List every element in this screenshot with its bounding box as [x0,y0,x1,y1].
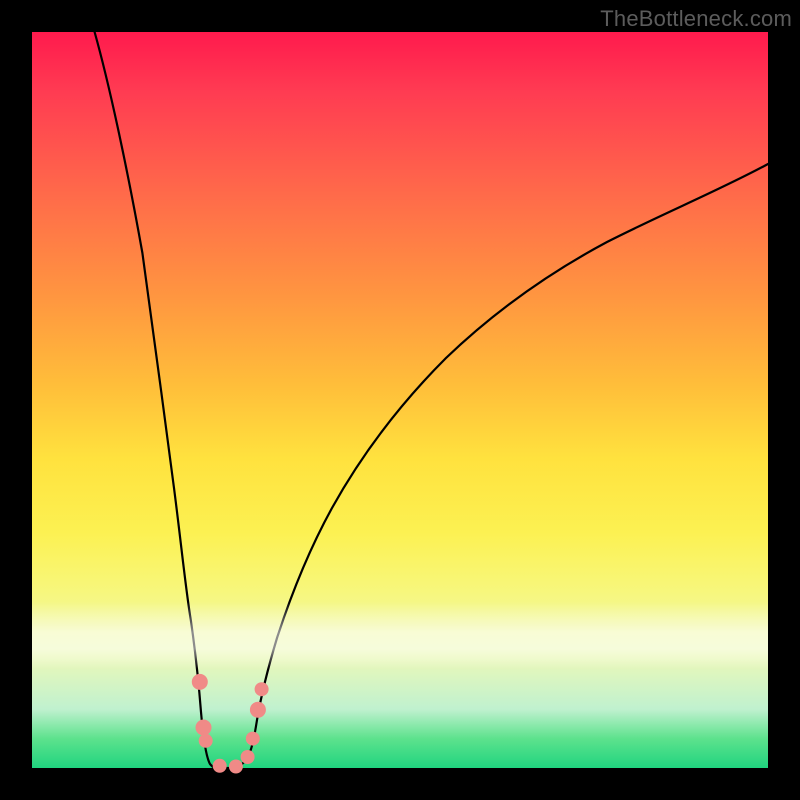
marker-dot [246,732,260,746]
marker-dot [241,750,255,764]
marker-dot [255,682,269,696]
marker-dot [213,759,227,773]
marker-dot [192,674,208,690]
marker-dot [199,734,213,748]
series-curve-a [95,32,768,768]
plot-area [32,32,768,768]
curve-layer [32,32,768,768]
marker-dot [250,702,266,718]
marker-dot [229,760,243,774]
chart-stage: TheBottleneck.com [0,0,800,800]
watermark-label: TheBottleneck.com [600,6,792,32]
marker-dot [196,720,212,736]
